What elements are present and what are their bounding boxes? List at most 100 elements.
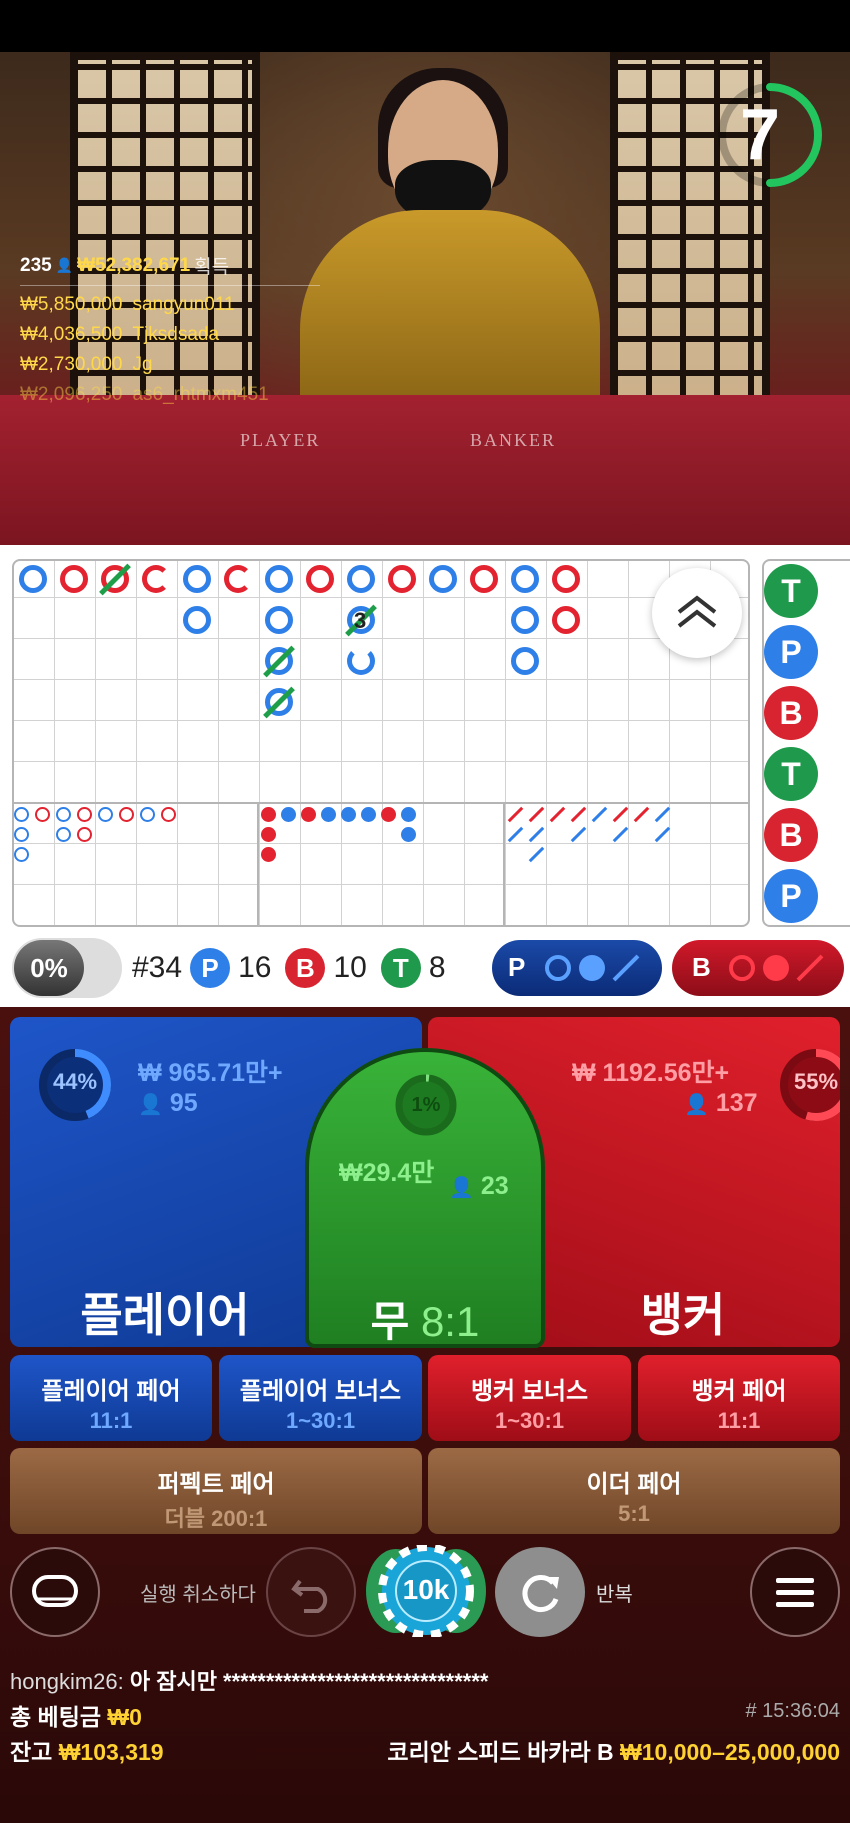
banker-bonus-odds: 1~30:1: [494, 1408, 565, 1433]
player-bet-amount: ₩ 965.71만+: [138, 1059, 283, 1087]
small-road-dot: [281, 807, 296, 822]
small-road-dot: [401, 827, 416, 842]
perfect-pair-title: 퍼펙트 페어: [157, 1471, 275, 1498]
player-pair-odds: 11:1: [89, 1408, 133, 1433]
either-pair-title: 이더 페어: [586, 1471, 682, 1498]
bead-player: P: [764, 625, 818, 679]
tie-percent: 1%: [411, 1094, 441, 1116]
road-player-mark: [347, 565, 375, 593]
winner-amount: ₩4,036,500: [20, 324, 123, 345]
road-banker-mark: [552, 565, 580, 593]
perfect-pair-bet[interactable]: 퍼펙트 페어 더블 200:1: [10, 1448, 422, 1534]
balance-value: ₩103,319: [58, 1739, 164, 1765]
player-predict-icon: [545, 954, 640, 982]
total-bet-value: ₩0: [107, 1704, 142, 1730]
tie-bettor-count: 23: [480, 1172, 509, 1200]
tie-bettors: 👤 23: [449, 1172, 509, 1201]
balance-label: 잔고: [10, 1739, 53, 1765]
road-player-mark: [265, 565, 293, 593]
round-time: # 15:36:04: [745, 1700, 840, 1722]
road-divider: [12, 802, 750, 804]
banker-title: 뱅커: [640, 1289, 726, 1341]
banker-pair-bet[interactable]: 뱅커 페어 11:1: [638, 1355, 840, 1441]
undo-button[interactable]: [266, 1547, 356, 1637]
countdown-number: 7: [739, 95, 781, 175]
banker-bettors: 👤 137: [684, 1089, 758, 1118]
road-banker-mark: [552, 606, 580, 634]
road-banker-mark: [306, 565, 334, 593]
road-banker-mark: [224, 565, 252, 593]
view-toggle-button[interactable]: [10, 1547, 100, 1637]
table-view-icon: [32, 1575, 78, 1607]
winners-total: 235 👤 ₩52,382,671 획득: [20, 252, 320, 286]
winner-name: Jg: [132, 354, 153, 375]
banker-bonus-title: 뱅커 보너스: [470, 1378, 589, 1405]
tie-odds: 8:1: [420, 1298, 480, 1345]
player-ask-button[interactable]: P: [492, 940, 662, 996]
banker-bet-amount: ₩ 1192.56만+: [572, 1059, 730, 1087]
banker-bonus-bet[interactable]: 뱅커 보너스 1~30:1: [428, 1355, 631, 1441]
chat-username: hongkim26:: [10, 1669, 124, 1694]
banker-predict-icon: [729, 954, 824, 982]
chat-message: hongkim26: 아 잠시만 ***********************…: [10, 1664, 488, 1696]
road-player-mark: [265, 606, 293, 634]
bead-tie: T: [764, 747, 818, 801]
player-count-icon: P: [190, 948, 231, 988]
small-road-dot: [261, 827, 276, 842]
bigeye-mark: [161, 807, 176, 822]
player-percent: 44%: [52, 1069, 98, 1094]
road-player-mark: [511, 606, 539, 634]
player-pair-title: 플레이어 페어: [41, 1378, 181, 1405]
total-bet-label: 총 베팅금: [10, 1704, 102, 1730]
bigeye-mark: [98, 807, 113, 822]
road-player-mark: [183, 565, 211, 593]
small-road-dot: [301, 807, 316, 822]
chip-value: 10k: [402, 1574, 450, 1605]
bead-banker: B: [764, 686, 818, 740]
bigeye-mark: [14, 827, 29, 842]
player-bonus-bet[interactable]: 플레이어 보너스 1~30:1: [219, 1355, 422, 1441]
player-bonus-odds: 1~30:1: [285, 1408, 356, 1433]
bigeye-mark: [119, 807, 134, 822]
tie-bet-spot[interactable]: 1% ₩29.4만 👤 23 무 8:1: [305, 1048, 545, 1348]
winner-amount: ₩2,096,250: [20, 384, 123, 405]
player-bonus-title: 플레이어 보너스: [239, 1378, 402, 1405]
table-felt: [0, 395, 850, 545]
felt-banker-label: BANKER: [470, 430, 557, 450]
winner-row: ₩5,850,000 sangyun011: [20, 294, 320, 316]
bead-tie: T: [764, 564, 818, 618]
tie-bet-amount: ₩29.4만: [339, 1159, 435, 1187]
road-player-mark: [183, 606, 211, 634]
total-bet: 총 베팅금 ₩0: [10, 1698, 142, 1732]
banker-ask-button[interactable]: B: [672, 940, 844, 996]
chat-text: 아 잠시만 *******************************: [129, 1669, 489, 1694]
undo-icon: [291, 1579, 328, 1613]
bead-player: P: [764, 869, 818, 923]
road-player-mark: [429, 565, 457, 593]
repeat-label: 반복: [596, 1584, 633, 1606]
winners-list: 235 👤 ₩52,382,671 획득 ₩5,850,000 sangyun01…: [20, 252, 320, 406]
road-banker-mark: [388, 565, 416, 593]
hamburger-icon: [776, 1578, 814, 1607]
road-player-mark: [511, 647, 539, 675]
big-road-grid[interactable]: [12, 559, 750, 927]
either-pair-bet[interactable]: 이더 페어 5:1: [428, 1448, 840, 1534]
repeat-button[interactable]: [495, 1547, 585, 1637]
expand-roadmap-button[interactable]: [652, 568, 742, 658]
shoe-progress-percent: 0%: [14, 940, 84, 996]
banker-bettor-count: 137: [715, 1089, 758, 1117]
menu-button[interactable]: [750, 1547, 840, 1637]
tie-count-icon: T: [380, 948, 421, 988]
person-icon: 👤: [449, 1177, 474, 1199]
dealer-body: [300, 210, 600, 410]
player-pair-bet[interactable]: 플레이어 페어 11:1: [10, 1355, 212, 1441]
tie-title: 무: [370, 1298, 410, 1345]
repeat-icon: [522, 1575, 559, 1613]
small-road-dot: [261, 807, 276, 822]
winner-name: as6_rhtmxm451: [132, 384, 269, 405]
small-road-dot: [381, 807, 396, 822]
winner-row: ₩2,730,000 Jg: [20, 354, 320, 376]
small-road-dot: [401, 807, 416, 822]
road-tie-count: 3: [354, 608, 367, 633]
tie-count: 8: [428, 951, 446, 984]
